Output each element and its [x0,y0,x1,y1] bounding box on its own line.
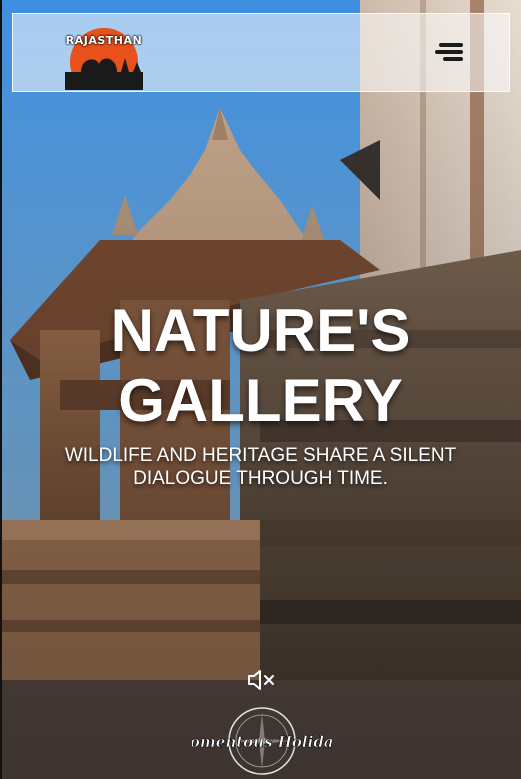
hero-title-line2: GALLERY [118,367,403,434]
footer-logo-text: Momentous Holidays [192,733,332,751]
speaker-muted-icon[interactable] [246,668,276,692]
hero-title-line1: NATURE'S [110,297,411,364]
hamburger-menu-icon[interactable] [433,41,465,63]
hero-subtitle: WILDLIFE AND HERITAGE SHARE A SILENT DIA… [64,445,457,489]
logo-text: RAJASTHAN [65,34,143,47]
hero-page: RAJASTHAN NATURE'S GALLERY WILDLIFE AND … [0,0,521,779]
site-header: RAJASTHAN [12,13,510,96]
footer-brand-logo[interactable]: Momentous Holidays [172,703,352,775]
hero-section: NATURE'S GALLERY WILDLIFE AND HERITAGE S… [0,296,521,490]
hero-title: NATURE'S GALLERY [0,296,521,436]
sun-logo-icon [65,28,143,96]
site-logo[interactable]: RAJASTHAN [51,18,157,96]
